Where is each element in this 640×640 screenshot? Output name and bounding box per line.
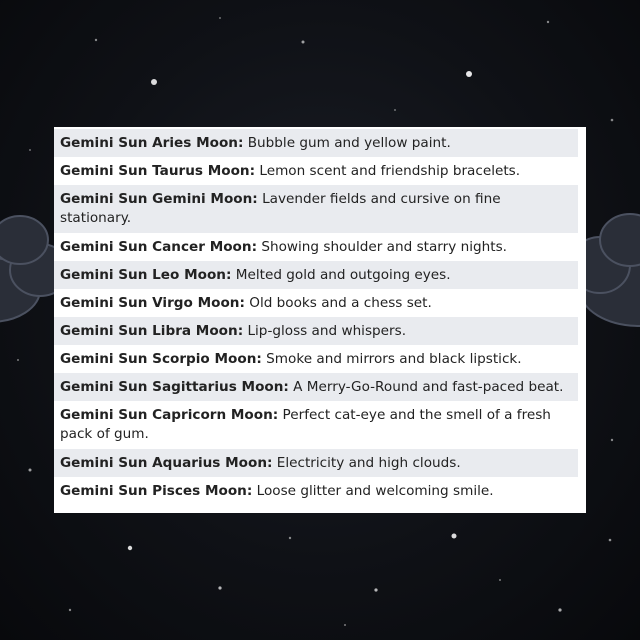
pairing-row: Gemini Sun Cancer Moon: Showing shoulder… (54, 233, 578, 261)
pairing-sign: Gemini Sun Taurus Moon: (60, 163, 256, 179)
pairing-row: Gemini Sun Gemini Moon: Lavender fields … (54, 185, 578, 233)
pairing-text: Bubble gum and yellow paint. (243, 135, 451, 151)
pairing-sign: Gemini Sun Aries Moon: (60, 135, 244, 151)
pairing-text: Electricity and high clouds. (272, 455, 461, 471)
pairing-text: A Merry-Go-Round and fast-paced beat. (288, 379, 564, 395)
pairing-text: Lip-gloss and whispers. (243, 323, 407, 339)
pairing-text: Old books and a chess set. (244, 295, 432, 311)
pairing-sign: Gemini Sun Sagittarius Moon: (60, 379, 289, 395)
pairing-text: Loose glitter and welcoming smile. (252, 483, 494, 499)
pairing-row: Gemini Sun Scorpio Moon: Smoke and mirro… (54, 345, 578, 373)
pairing-sign: Gemini Sun Leo Moon: (60, 267, 232, 283)
pairing-row: Gemini Sun Aquarius Moon: Electricity an… (54, 449, 578, 477)
pairing-row: Gemini Sun Capricorn Moon: Perfect cat-e… (54, 401, 578, 449)
pairing-row: Gemini Sun Taurus Moon: Lemon scent and … (54, 157, 578, 185)
pairing-sign: Gemini Sun Cancer Moon: (60, 239, 258, 255)
pairing-text: Lemon scent and friendship bracelets. (255, 163, 521, 179)
pairing-row: Gemini Sun Pisces Moon: Loose glitter an… (54, 477, 578, 505)
pairing-sign: Gemini Sun Pisces Moon: (60, 483, 253, 499)
pairing-row: Gemini Sun Sagittarius Moon: A Merry-Go-… (54, 373, 578, 401)
gemini-moon-pairings-table: Gemini Sun Aries Moon: Bubble gum and ye… (54, 127, 586, 513)
pairing-text: Showing shoulder and starry nights. (257, 239, 507, 255)
pairing-text: Smoke and mirrors and black lipstick. (261, 351, 522, 367)
pairing-row: Gemini Sun Virgo Moon: Old books and a c… (54, 289, 578, 317)
pairing-sign: Gemini Sun Scorpio Moon: (60, 351, 262, 367)
pairing-sign: Gemini Sun Gemini Moon: (60, 191, 258, 207)
pairing-sign: Gemini Sun Virgo Moon: (60, 295, 245, 311)
pairing-sign: Gemini Sun Aquarius Moon: (60, 455, 273, 471)
pairing-sign: Gemini Sun Capricorn Moon: (60, 407, 279, 423)
pairing-row: Gemini Sun Libra Moon: Lip-gloss and whi… (54, 317, 578, 345)
pairing-sign: Gemini Sun Libra Moon: (60, 323, 244, 339)
pairing-row: Gemini Sun Leo Moon: Melted gold and out… (54, 261, 578, 289)
pairing-row: Gemini Sun Aries Moon: Bubble gum and ye… (54, 129, 578, 157)
pairing-text: Melted gold and outgoing eyes. (231, 267, 451, 283)
